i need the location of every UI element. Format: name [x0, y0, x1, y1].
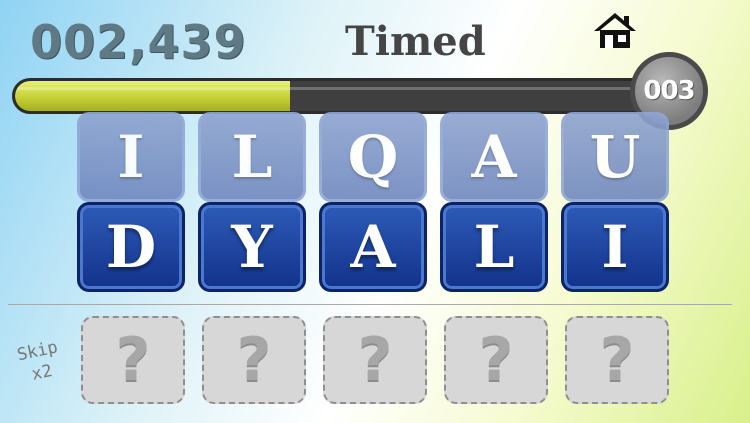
- upcoming-letter-tile: A: [440, 112, 548, 202]
- upcoming-letter-tile: L: [198, 112, 306, 202]
- answer-slot[interactable]: ?: [202, 316, 306, 404]
- game-mode-title: Timed: [345, 18, 486, 65]
- divider: [8, 304, 732, 305]
- letter-tile[interactable]: I: [561, 202, 669, 292]
- answer-slot[interactable]: ?: [81, 316, 185, 404]
- answer-slot[interactable]: ?: [323, 316, 427, 404]
- time-progress-bar: [12, 78, 672, 114]
- answer-slot[interactable]: ?: [565, 316, 669, 404]
- progress-highlight: [15, 87, 669, 90]
- letter-tile[interactable]: Y: [198, 202, 306, 292]
- home-icon: [594, 13, 636, 48]
- upcoming-letter-tile: Q: [319, 112, 427, 202]
- home-button[interactable]: [592, 12, 638, 50]
- letter-tile[interactable]: L: [440, 202, 548, 292]
- letter-tile[interactable]: A: [319, 202, 427, 292]
- upcoming-letter-tile: U: [561, 112, 669, 202]
- score-display: 002,439: [30, 15, 247, 69]
- skip-button[interactable]: Skip x2: [0, 333, 83, 403]
- round-counter-value: 003: [643, 76, 695, 106]
- letter-tile[interactable]: D: [77, 202, 185, 292]
- upcoming-letter-tile: I: [77, 112, 185, 202]
- time-progress-fill: [15, 81, 290, 111]
- answer-slot[interactable]: ?: [444, 316, 548, 404]
